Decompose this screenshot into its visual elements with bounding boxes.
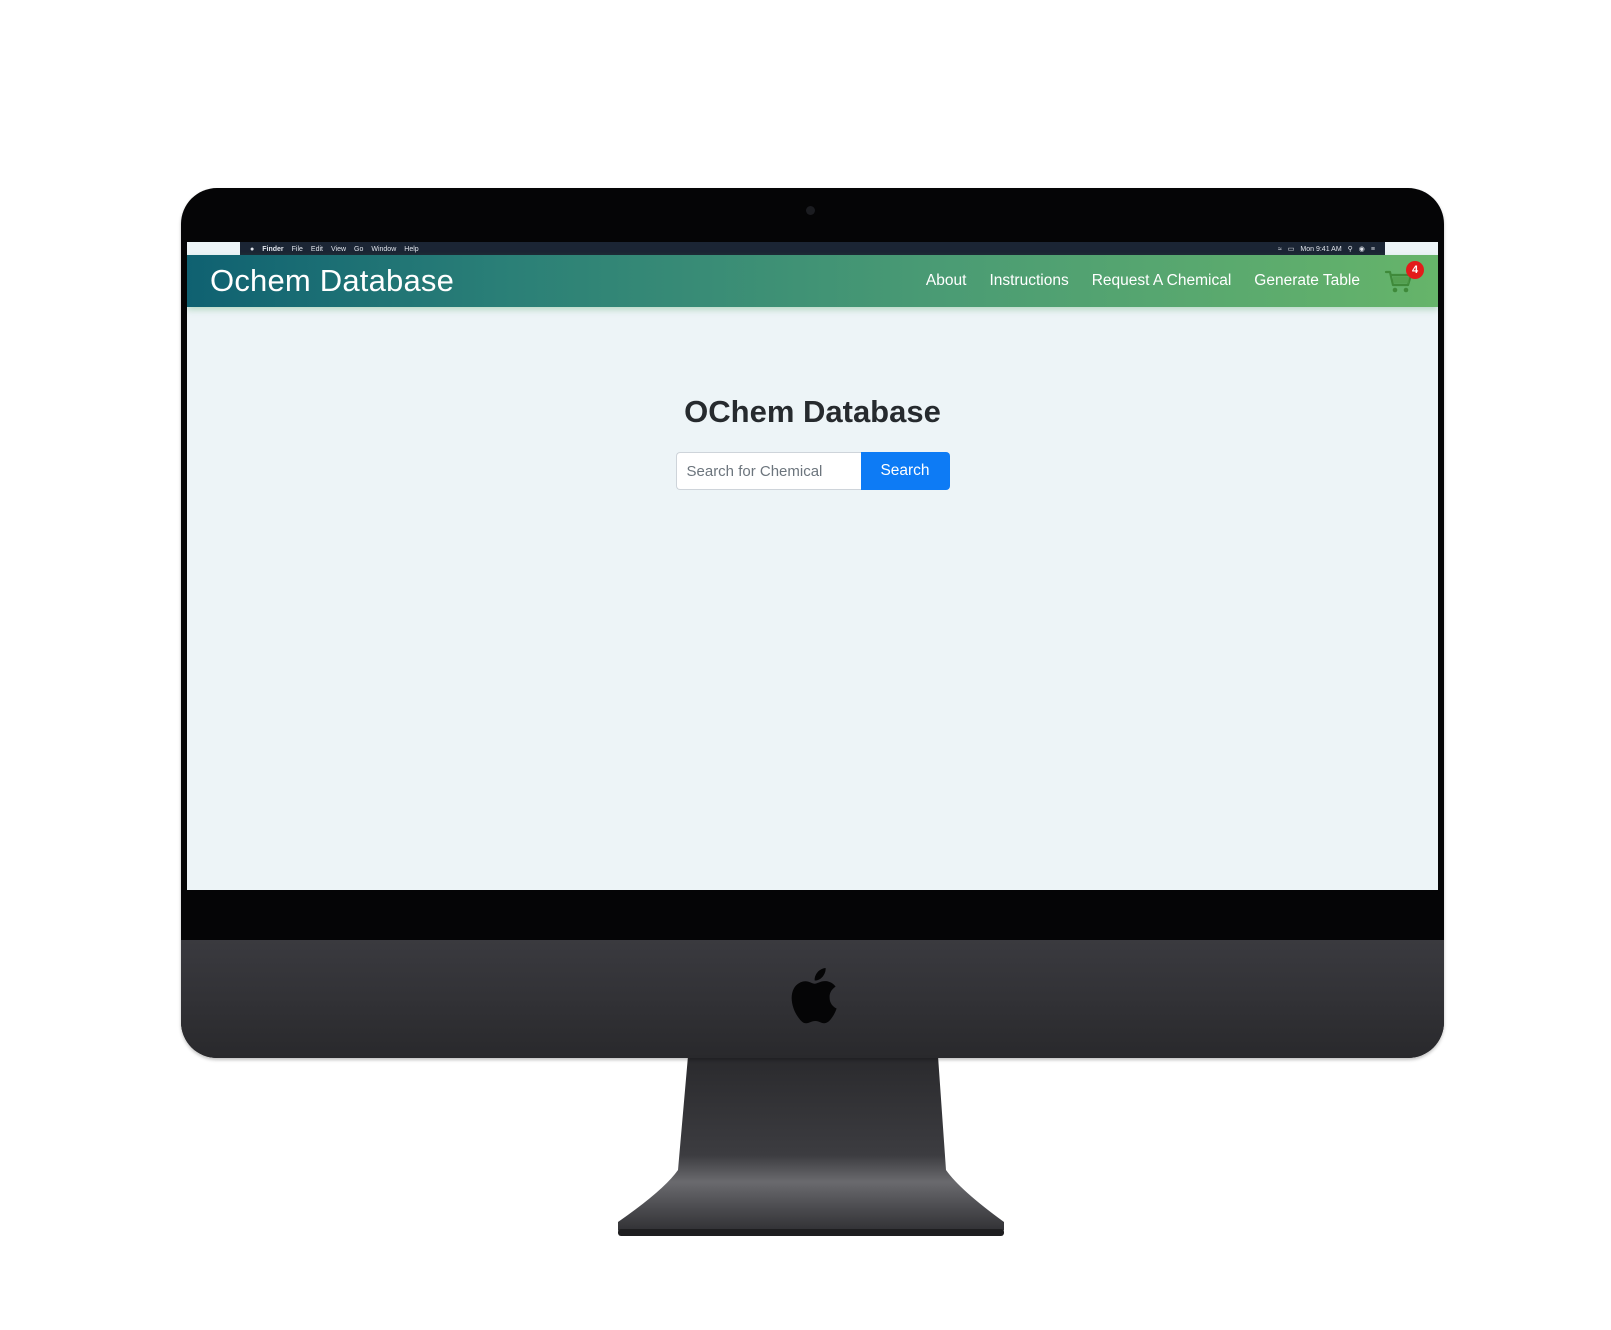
browser-screen: ● Finder File Edit View Go Window Help ≈… xyxy=(187,242,1438,890)
menubar-item[interactable]: Go xyxy=(354,246,363,253)
main-content: OChem Database Search xyxy=(187,307,1438,490)
nav-link-about[interactable]: About xyxy=(926,272,967,290)
wifi-icon[interactable]: ≈ xyxy=(1278,246,1282,253)
menubar-item[interactable]: Edit xyxy=(311,246,323,253)
brand-logo[interactable]: Ochem Database xyxy=(210,263,454,299)
mac-menubar: ● Finder File Edit View Go Window Help ≈… xyxy=(240,242,1385,256)
camera xyxy=(806,206,815,215)
menubar-item[interactable]: File xyxy=(292,246,303,253)
control-center-icon[interactable]: ≡ xyxy=(1371,246,1375,253)
top-navbar: Ochem Database About Instructions Reques… xyxy=(187,255,1438,307)
spotlight-icon[interactable]: ⚲ xyxy=(1348,245,1353,253)
nav-link-instructions[interactable]: Instructions xyxy=(989,272,1068,290)
nav-link-request-chemical[interactable]: Request A Chemical xyxy=(1092,272,1232,290)
nav-link-generate-table[interactable]: Generate Table xyxy=(1254,272,1360,290)
search-input[interactable] xyxy=(675,452,861,490)
menubar-item[interactable]: Help xyxy=(404,246,418,253)
menubar-item[interactable]: Window xyxy=(371,246,396,253)
cart-count-badge: 4 xyxy=(1406,261,1424,279)
search-button[interactable]: Search xyxy=(860,452,950,490)
menubar-item[interactable]: Finder xyxy=(262,246,283,253)
display-icon[interactable]: ▭ xyxy=(1288,245,1295,253)
imac-monitor: ● Finder File Edit View Go Window Help ≈… xyxy=(181,188,1444,1058)
page-title: OChem Database xyxy=(684,394,941,429)
nav-links: About Instructions Request A Chemical Ge… xyxy=(926,272,1360,290)
search-form: Search xyxy=(675,452,950,490)
apple-menu-icon[interactable]: ● xyxy=(250,246,254,253)
menubar-item[interactable]: View xyxy=(331,246,346,253)
menubar-clock[interactable]: Mon 9:41 AM xyxy=(1300,246,1341,253)
siri-icon[interactable]: ◉ xyxy=(1359,245,1365,253)
apple-logo-icon xyxy=(791,968,837,1024)
